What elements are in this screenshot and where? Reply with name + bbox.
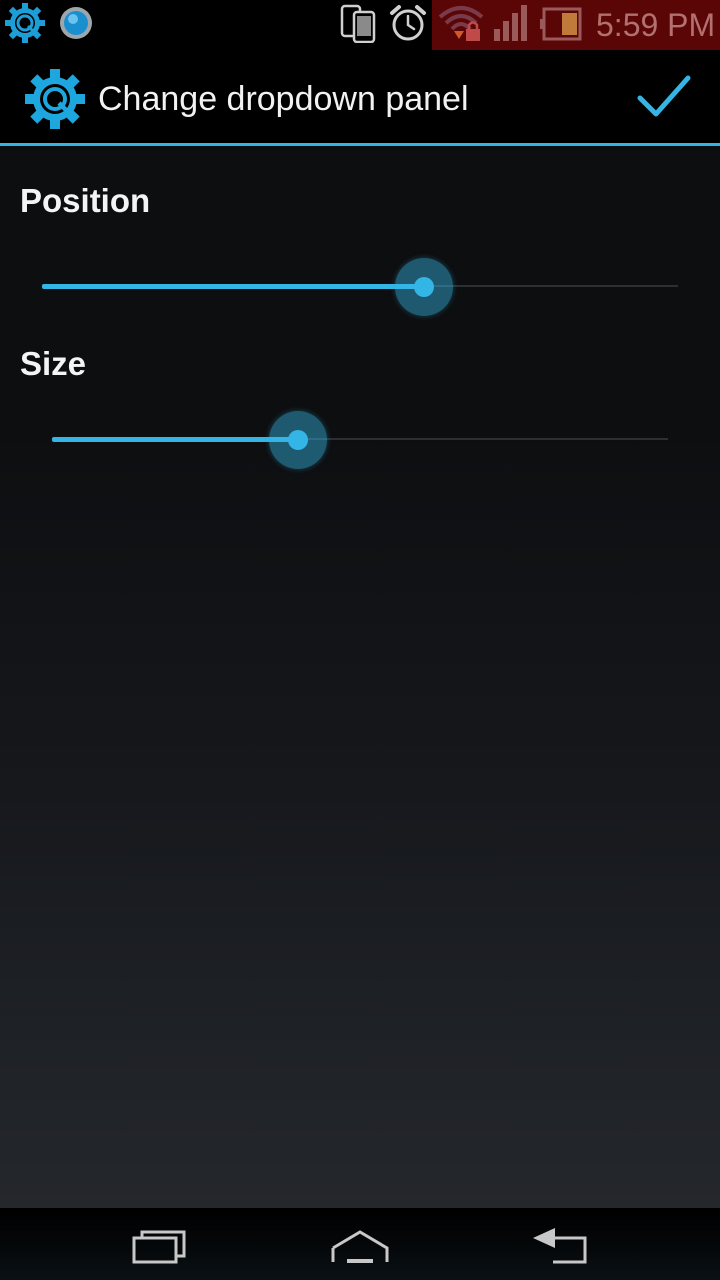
blue-orb-icon (58, 5, 94, 45)
slider-fill (52, 437, 298, 442)
position-label: Position (20, 182, 151, 219)
done-button[interactable] (626, 66, 702, 130)
system-icons (338, 3, 428, 47)
signal-bars-icon (492, 1, 532, 49)
wifi-locked-icon (436, 1, 486, 49)
recent-apps-icon (130, 1226, 190, 1270)
action-bar-divider (0, 143, 720, 146)
app-gear-icon (4, 2, 46, 48)
home-icon (329, 1226, 391, 1270)
page-title: Change dropdown panel (98, 80, 469, 118)
alarm-clock-icon (388, 3, 428, 47)
back-button[interactable] (515, 1226, 605, 1280)
slider-thumb[interactable] (269, 411, 327, 469)
checkmark-icon (636, 74, 692, 122)
size-label: Size (20, 345, 87, 382)
back-icon (529, 1226, 591, 1270)
screen: 5:59 PM Change dropdown panel Position S… (0, 0, 720, 1280)
action-bar: Change dropdown panel (0, 50, 720, 143)
app-gear-icon (24, 68, 86, 130)
size-slider[interactable] (52, 409, 668, 469)
status-bar: 5:59 PM (0, 0, 720, 50)
home-button[interactable] (315, 1226, 405, 1280)
slider-thumb[interactable] (395, 258, 453, 316)
status-clock: 5:59 PM (596, 6, 716, 43)
battery-icon (538, 1, 584, 49)
status-alert-area: 5:59 PM (432, 0, 720, 50)
slider-fill (42, 284, 424, 289)
notification-icons (4, 2, 94, 48)
position-slider[interactable] (42, 256, 678, 316)
device-sync-icon (338, 3, 378, 47)
recent-apps-button[interactable] (115, 1226, 205, 1280)
navigation-bar (0, 1208, 720, 1280)
